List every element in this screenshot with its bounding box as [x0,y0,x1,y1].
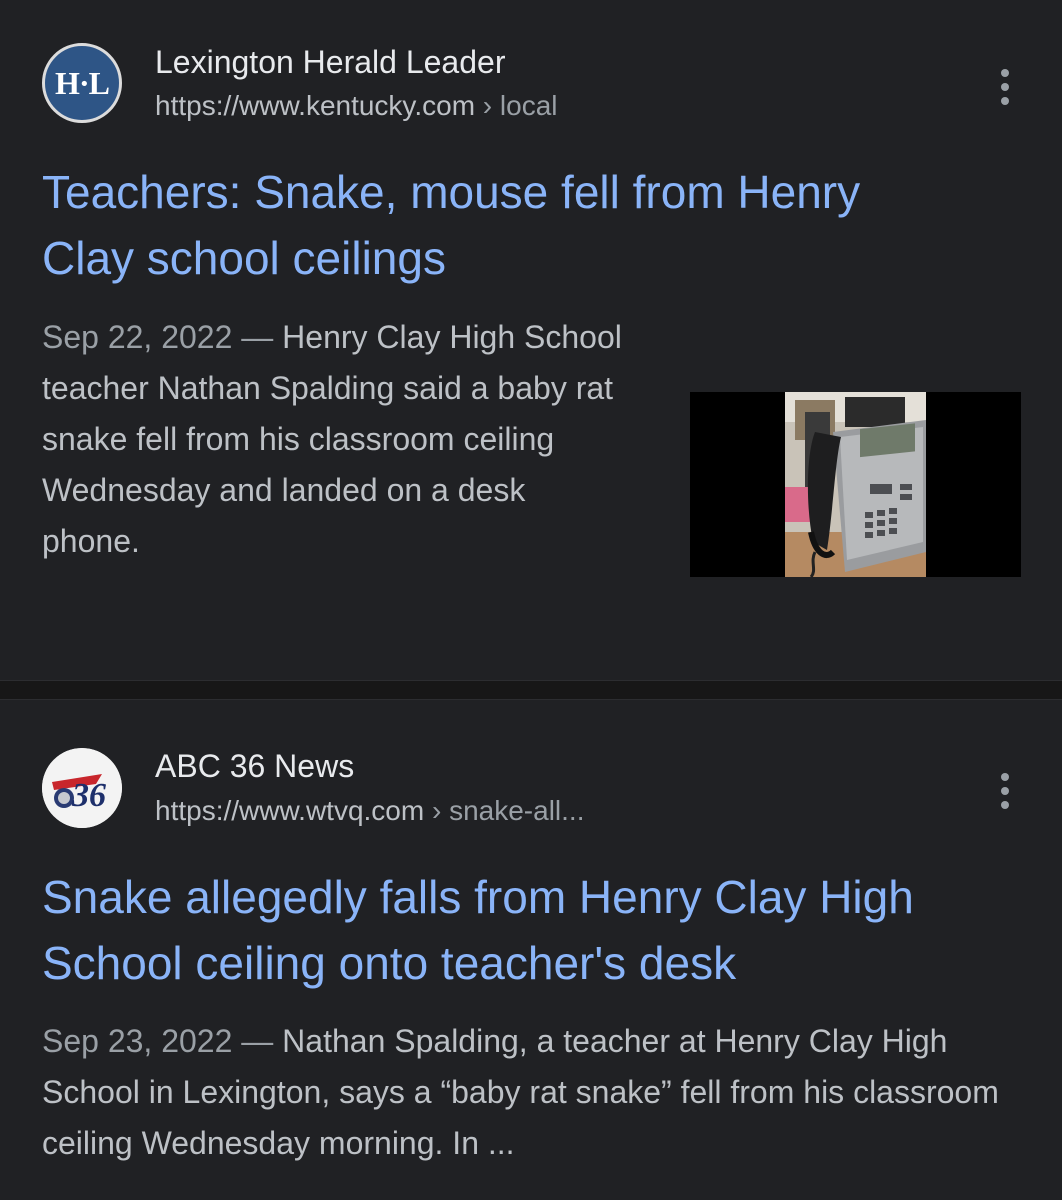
abc36-numeral: 36 [71,777,106,814]
more-options-icon[interactable] [992,771,1018,811]
search-result-card: H·L Lexington Herald Leader https://www.… [0,0,1062,680]
result-thumbnail[interactable] [690,392,1021,577]
herald-leader-logo-icon[interactable]: H·L [42,43,122,123]
site-url[interactable]: https://www.wtvq.com › snake-all... [155,793,584,829]
result-snippet: Sep 22, 2022 — Henry Clay High School te… [42,312,632,567]
favicon-label: H·L [55,64,110,101]
result-snippet: Sep 23, 2022 — Nathan Spalding, a teache… [42,1016,1022,1169]
more-options-icon[interactable] [992,67,1018,107]
abc36-emblem-icon: 36 [42,748,122,828]
result-date: Sep 23, 2022 [42,1023,233,1059]
abc36-logo-icon[interactable]: 36 [42,748,122,828]
url-domain: https://www.kentucky.com [155,90,476,121]
url-separator: › [475,90,500,121]
url-path: snake-all... [449,795,585,826]
search-result-card: 36 ABC 36 News https://www.wtvq.com › sn… [0,700,1062,1200]
site-name[interactable]: Lexington Herald Leader [155,42,505,82]
url-path: local [499,90,558,121]
site-url[interactable]: https://www.kentucky.com › local [155,88,558,124]
result-title-link[interactable]: Teachers: Snake, mouse fell from Henry C… [42,159,962,291]
date-separator: — [232,319,283,355]
url-separator: › [424,795,450,826]
site-name[interactable]: ABC 36 News [155,746,354,786]
url-domain: https://www.wtvq.com [155,795,425,826]
search-results-page: H·L Lexington Herald Leader https://www.… [0,0,1062,1200]
result-title-link[interactable]: Snake allegedly falls from Henry Clay Hi… [42,864,1022,996]
snippet-text: Henry Clay High School teacher Nathan Sp… [42,319,622,559]
result-date: Sep 22, 2022 [42,319,233,355]
date-separator: — [232,1023,283,1059]
desk-phone-photo-icon [785,392,926,577]
results-divider [0,680,1062,700]
